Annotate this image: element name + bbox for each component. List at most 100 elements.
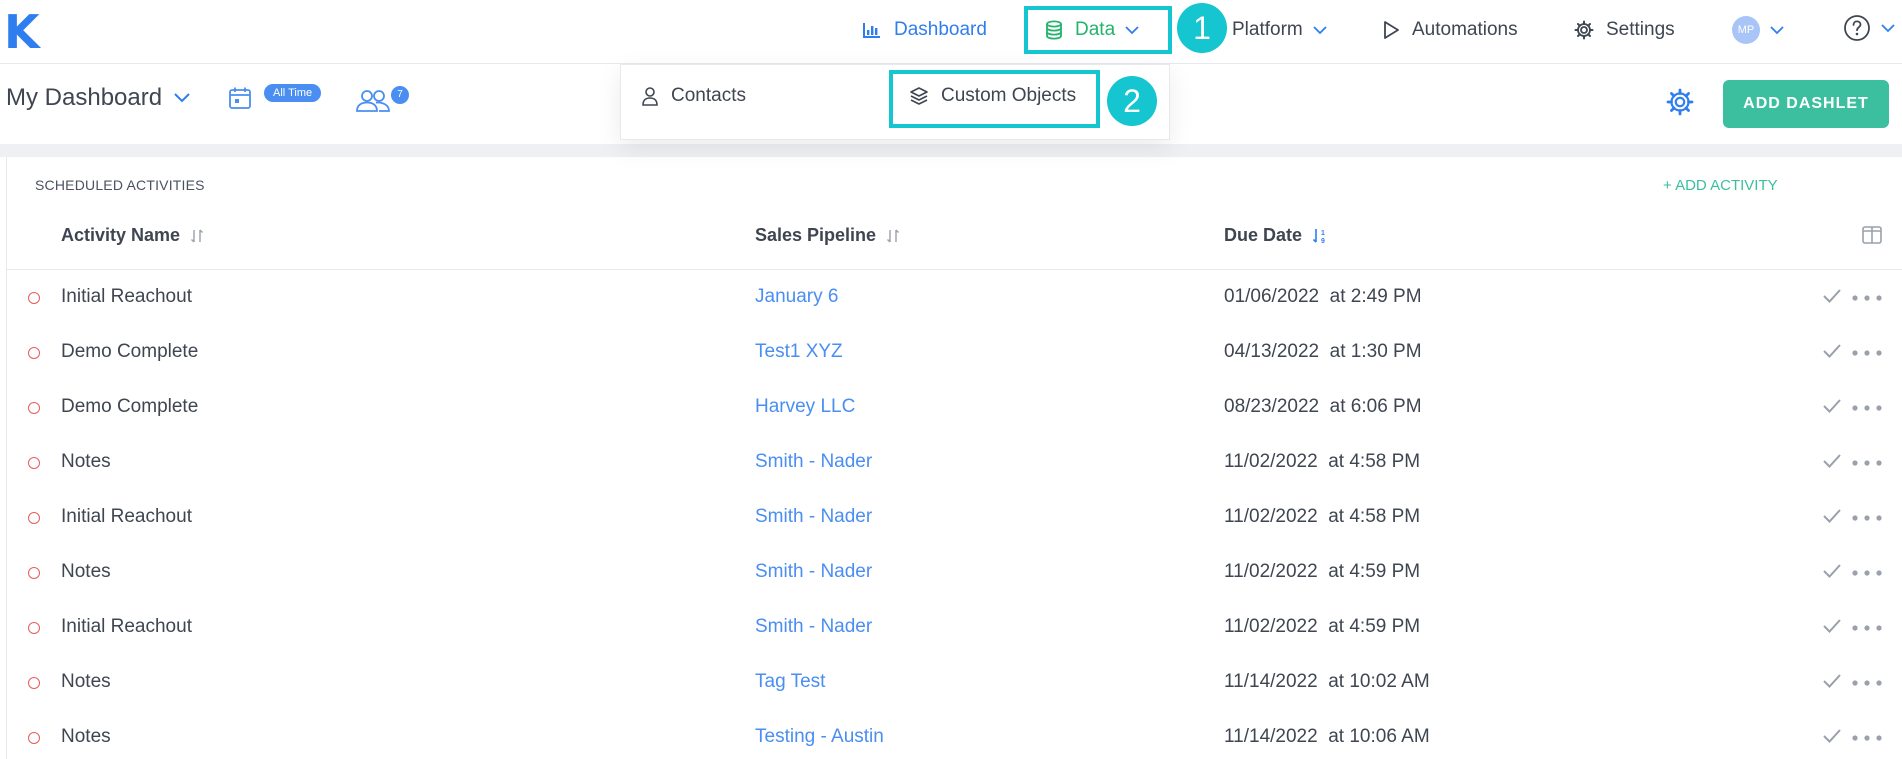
table-row[interactable]: Demo Complete Test1 XYZ 04/13/2022 at 1:30… bbox=[6, 325, 1902, 380]
sales-pipeline-link[interactable]: Smith - Nader bbox=[755, 616, 872, 638]
activity-name[interactable]: Initial Reachout bbox=[61, 506, 192, 528]
checkmark-icon[interactable] bbox=[1822, 618, 1842, 634]
due-date: 08/23/2022 at 6:06 PM bbox=[1224, 396, 1422, 417]
more-options-icon[interactable] bbox=[1852, 570, 1882, 576]
help-button[interactable] bbox=[1843, 14, 1895, 42]
columns-toggle-button[interactable] bbox=[1862, 226, 1882, 249]
status-circle-icon[interactable] bbox=[28, 347, 40, 359]
table-row[interactable]: Initial Reachout January 6 01/06/2022 at 2… bbox=[6, 270, 1902, 325]
page-title: My Dashboard bbox=[6, 84, 163, 111]
sales-pipeline-link[interactable]: Harvey LLC bbox=[755, 396, 855, 418]
table-row[interactable]: Notes Smith - Nader 11/02/2022 at 4:59 PM bbox=[6, 545, 1902, 600]
checkmark-icon[interactable] bbox=[1822, 398, 1842, 414]
activity-name[interactable]: Initial Reachout bbox=[61, 616, 192, 638]
status-circle-icon[interactable] bbox=[28, 732, 40, 744]
top-navigation: K Dashboard Data Platform Automations Se… bbox=[0, 0, 1902, 64]
sales-pipeline-link[interactable]: Smith - Nader bbox=[755, 506, 872, 528]
bar-chart-icon bbox=[863, 23, 880, 38]
activity-name[interactable]: Notes bbox=[61, 451, 111, 473]
due-date: 11/02/2022 at 4:59 PM bbox=[1224, 561, 1421, 582]
activity-name[interactable]: Notes bbox=[61, 561, 111, 583]
status-circle-icon[interactable] bbox=[28, 402, 40, 414]
table-row[interactable]: Notes Testing - Austin 11/14/2022 at 10:06… bbox=[6, 710, 1902, 759]
date-filter-button[interactable] bbox=[228, 86, 252, 115]
column-header-sales-pipeline[interactable]: Sales Pipeline bbox=[755, 225, 900, 246]
nav-platform-label: Platform bbox=[1232, 19, 1303, 40]
add-dashlet-button[interactable]: ADD DASHLET bbox=[1723, 80, 1889, 128]
svg-text:9: 9 bbox=[1321, 238, 1325, 245]
section-divider bbox=[0, 144, 1902, 157]
users-icon bbox=[356, 90, 390, 112]
calendar-icon bbox=[229, 87, 251, 109]
user-menu[interactable]: MP bbox=[1732, 16, 1784, 44]
add-activity-link[interactable]: + ADD ACTIVITY bbox=[1663, 177, 1778, 194]
column-header-due-date[interactable]: Due Date 1 9 bbox=[1224, 225, 1328, 246]
checkmark-icon[interactable] bbox=[1822, 343, 1842, 359]
nav-settings[interactable]: Settings bbox=[1574, 16, 1675, 44]
table-row[interactable]: Demo Complete Harvey LLC 08/23/2022 at 6:0… bbox=[6, 380, 1902, 435]
more-options-icon[interactable] bbox=[1852, 680, 1882, 686]
column-header-label: Due Date bbox=[1224, 225, 1303, 245]
activity-name[interactable]: Notes bbox=[61, 726, 111, 748]
more-options-icon[interactable] bbox=[1852, 460, 1882, 466]
more-options-icon[interactable] bbox=[1852, 405, 1882, 411]
sales-pipeline-link[interactable]: Smith - Nader bbox=[755, 451, 872, 473]
more-options-icon[interactable] bbox=[1852, 625, 1882, 631]
checkmark-icon[interactable] bbox=[1822, 563, 1842, 579]
menu-item-label: Contacts bbox=[671, 85, 746, 106]
dashboard-selector[interactable]: My Dashboard bbox=[6, 84, 190, 112]
checkmark-icon[interactable] bbox=[1822, 508, 1842, 524]
sales-pipeline-link[interactable]: Testing - Austin bbox=[755, 726, 884, 748]
nav-automations[interactable]: Automations bbox=[1382, 16, 1518, 44]
table-row[interactable]: Notes Tag Test 11/14/2022 at 10:02 AM bbox=[6, 655, 1902, 710]
activity-name[interactable]: Notes bbox=[61, 671, 111, 693]
checkmark-icon[interactable] bbox=[1822, 728, 1842, 744]
gear-icon bbox=[1666, 88, 1694, 116]
column-header-label: Sales Pipeline bbox=[755, 225, 877, 245]
table-row[interactable]: Initial Reachout Smith - Nader 11/02/2022 … bbox=[6, 490, 1902, 545]
sort-ascending-icon: 1 9 bbox=[1312, 228, 1325, 245]
checkmark-icon[interactable] bbox=[1822, 453, 1842, 469]
checkmark-icon[interactable] bbox=[1822, 673, 1842, 689]
dashboard-settings-button[interactable] bbox=[1666, 88, 1694, 121]
sales-pipeline-link[interactable]: Test1 XYZ bbox=[755, 341, 843, 363]
more-options-icon[interactable] bbox=[1852, 295, 1882, 301]
nav-automations-label: Automations bbox=[1412, 19, 1518, 40]
users-filter-button[interactable] bbox=[354, 88, 392, 117]
help-icon bbox=[1844, 15, 1870, 41]
more-options-icon[interactable] bbox=[1852, 515, 1882, 521]
more-options-icon[interactable] bbox=[1852, 735, 1882, 741]
sales-pipeline-link[interactable]: January 6 bbox=[755, 286, 838, 308]
due-date: 11/02/2022 at 4:58 PM bbox=[1224, 451, 1421, 472]
nav-dashboard-label: Dashboard bbox=[894, 19, 987, 40]
status-circle-icon[interactable] bbox=[28, 677, 40, 689]
checkmark-icon[interactable] bbox=[1822, 288, 1842, 304]
menu-item-contacts[interactable]: Contacts bbox=[641, 85, 746, 107]
chevron-down-icon bbox=[1770, 25, 1784, 34]
column-header-activity-name[interactable]: Activity Name bbox=[61, 225, 204, 246]
nav-platform[interactable]: Platform bbox=[1232, 16, 1327, 44]
chevron-down-icon bbox=[1313, 25, 1327, 34]
sales-pipeline-link[interactable]: Tag Test bbox=[755, 671, 825, 693]
status-circle-icon[interactable] bbox=[28, 512, 40, 524]
svg-text:1: 1 bbox=[1321, 230, 1325, 237]
sales-pipeline-link[interactable]: Smith - Nader bbox=[755, 561, 872, 583]
highlight-box-data bbox=[1024, 6, 1172, 54]
table-row[interactable]: Notes Smith - Nader 11/02/2022 at 4:58 PM bbox=[6, 435, 1902, 490]
status-circle-icon[interactable] bbox=[28, 292, 40, 304]
sort-icon bbox=[191, 229, 204, 242]
more-options-icon[interactable] bbox=[1852, 350, 1882, 356]
table-row[interactable]: Initial Reachout Smith - Nader 11/02/2022 … bbox=[6, 600, 1902, 655]
app-logo[interactable]: K bbox=[4, 8, 40, 56]
activity-name[interactable]: Initial Reachout bbox=[61, 286, 192, 308]
status-circle-icon[interactable] bbox=[28, 622, 40, 634]
activity-name[interactable]: Demo Complete bbox=[61, 341, 198, 363]
status-circle-icon[interactable] bbox=[28, 457, 40, 469]
due-date: 11/14/2022 at 10:02 AM bbox=[1224, 671, 1430, 692]
nav-dashboard[interactable]: Dashboard bbox=[862, 16, 987, 44]
activity-name[interactable]: Demo Complete bbox=[61, 396, 198, 418]
panel-title: SCHEDULED ACTIVITIES bbox=[35, 177, 205, 193]
step-badge-2: 2 bbox=[1107, 76, 1157, 126]
column-header-label: Activity Name bbox=[61, 225, 181, 245]
status-circle-icon[interactable] bbox=[28, 567, 40, 579]
